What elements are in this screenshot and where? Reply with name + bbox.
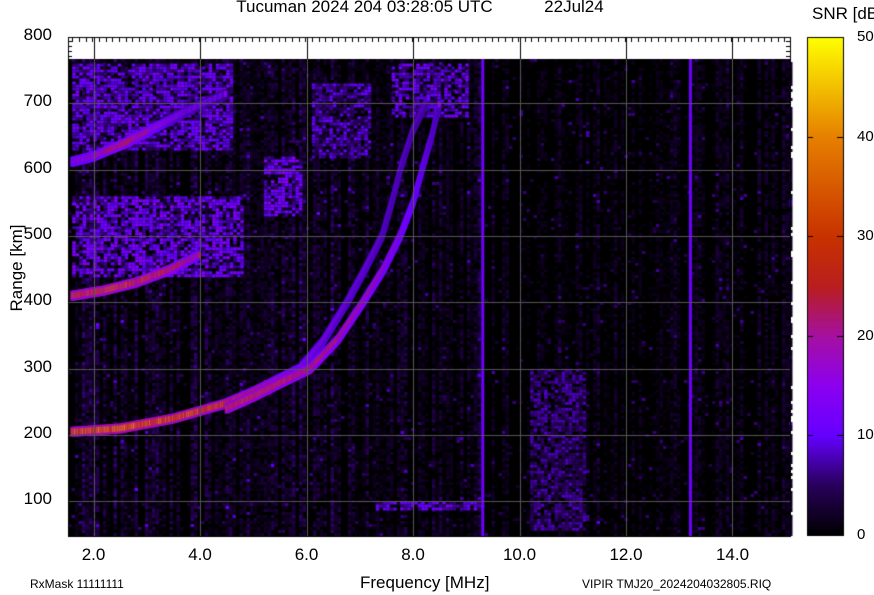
x-tick-label: 12.0: [609, 545, 643, 564]
x-tick-label: 6.0: [294, 545, 319, 564]
x-tick-label: 14.0: [715, 545, 750, 564]
y-tick-label: 800: [23, 25, 52, 44]
y-tick-label: 400: [23, 290, 52, 310]
x-tick-label: 4.0: [188, 545, 212, 564]
file-info-label: VIPIR TMJ20_2024204032805.RIQ: [582, 577, 772, 591]
y-tick-label: 600: [23, 157, 52, 177]
x-tick-label: 10.0: [502, 545, 537, 564]
x-axis-label: Frequency [MHz]: [360, 573, 490, 592]
y-tick-label: 200: [23, 423, 52, 443]
colorbar-title: SNR [dB]: [812, 4, 874, 23]
x-tick-label: 8.0: [401, 545, 425, 564]
y-tick-label: 100: [23, 489, 52, 509]
colorbar-tick-label: 40: [857, 127, 874, 145]
ionogram-plot: [0, 0, 874, 595]
colorbar-tick-label: 50: [857, 28, 874, 45]
plot-title: Tucuman 2024 204 03:28:05 UTC 22Jul24: [0, 0, 840, 17]
colorbar-tick-label: 10: [857, 426, 874, 444]
rxmask-label: RxMask 11111111: [30, 577, 124, 591]
y-tick-label: 300: [23, 356, 52, 376]
colorbar-tick-label: 0: [857, 526, 866, 543]
x-tick-label: 2.0: [81, 545, 106, 564]
colorbar-tick-label: 30: [857, 227, 874, 245]
title-station-time: Tucuman 2024 204 03:28:05 UTC: [236, 0, 493, 16]
colorbar-tick-label: 20: [857, 326, 874, 344]
y-tick-label: 500: [23, 224, 52, 244]
title-date: 22Jul24: [544, 0, 604, 16]
y-tick-label: 700: [23, 91, 52, 111]
